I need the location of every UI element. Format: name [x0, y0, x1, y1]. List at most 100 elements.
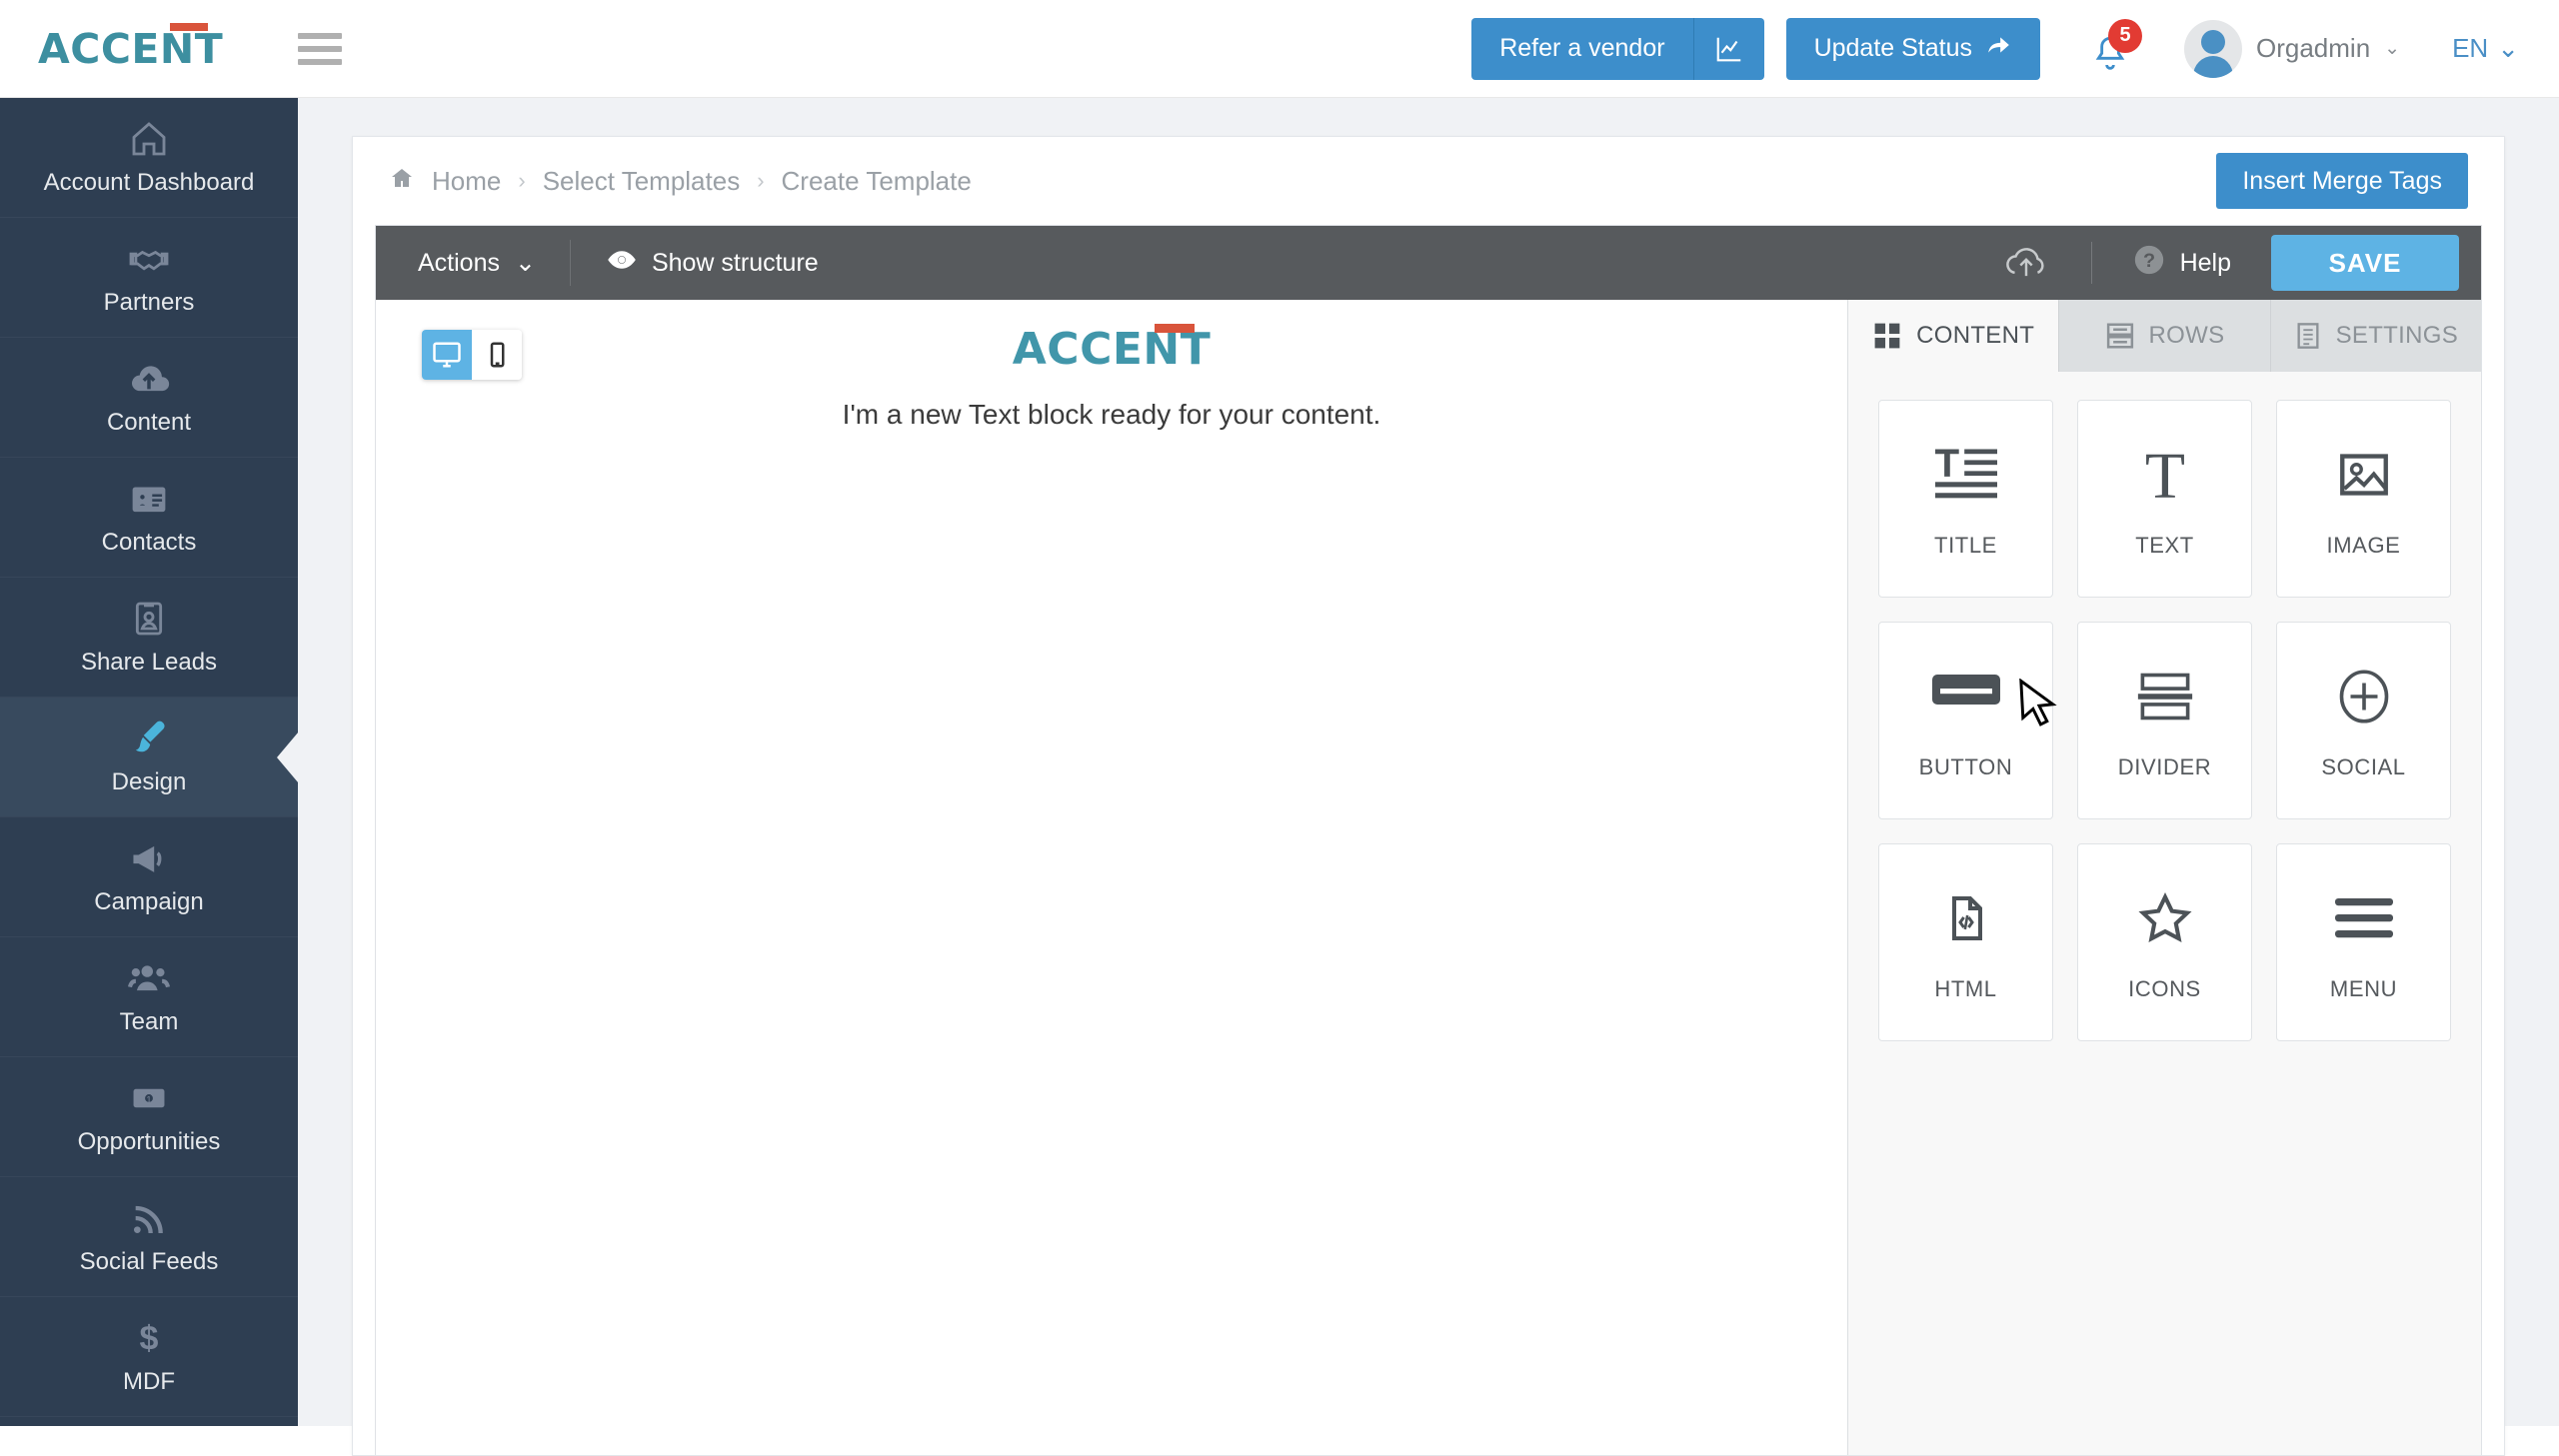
- content-block-label: MENU: [2330, 976, 2397, 1002]
- sidebar-item-design[interactable]: Design: [0, 698, 298, 817]
- eye-icon: [607, 247, 637, 280]
- sidebar-item-campaign[interactable]: Campaign: [0, 817, 298, 937]
- editor-toolbar: Actions ⌄ Show structure: [376, 226, 2481, 300]
- rows-icon: [2105, 321, 2135, 351]
- sidebar-item-social-feeds[interactable]: Social Feeds: [0, 1177, 298, 1297]
- menu-bars-icon: [2335, 882, 2393, 954]
- cloud-upload-icon: [125, 358, 173, 400]
- device-toggle: [422, 330, 522, 380]
- email-logo-accent-bar: [1155, 324, 1195, 333]
- content-block-label: HTML: [1934, 976, 1996, 1002]
- active-indicator: [277, 731, 298, 783]
- sidebar-item-label: Opportunities: [78, 1128, 221, 1156]
- text-t-icon: T: [2139, 439, 2191, 511]
- content-block-button[interactable]: BUTTON: [1878, 622, 2053, 819]
- main-area: Home › Select Templates › Create Templat…: [298, 98, 2559, 1426]
- insert-merge-tags-button[interactable]: Insert Merge Tags: [2216, 153, 2468, 209]
- dollar-sign-icon: $: [132, 1317, 166, 1359]
- svg-text:?: ?: [2143, 250, 2155, 272]
- content-block-text[interactable]: T TEXT: [2077, 400, 2252, 598]
- notifications-button[interactable]: 5: [2086, 21, 2134, 77]
- star-icon: [2137, 882, 2193, 954]
- content-block-label: ICONS: [2128, 976, 2201, 1002]
- sidebar-item-contacts[interactable]: Contacts: [0, 458, 298, 578]
- sidebar-item-mdf[interactable]: $ MDF: [0, 1297, 298, 1417]
- desktop-icon[interactable]: [422, 330, 472, 380]
- breadcrumb: Home › Select Templates › Create Templat…: [389, 166, 972, 197]
- update-status-button[interactable]: Update Status: [1786, 18, 2040, 80]
- breadcrumb-item-select-templates[interactable]: Select Templates: [543, 166, 741, 197]
- email-editor: Actions ⌄ Show structure: [375, 225, 2482, 1455]
- email-canvas[interactable]: ACCENT I'm a new Text block ready for yo…: [376, 300, 1847, 1455]
- sidebar-item-label: MDF: [123, 1368, 175, 1396]
- image-icon: [2336, 439, 2392, 511]
- actions-dropdown[interactable]: Actions ⌄: [376, 240, 571, 286]
- content-block-title[interactable]: TITLE: [1878, 400, 2053, 598]
- save-button[interactable]: SAVE: [2271, 235, 2459, 291]
- notification-badge: 5: [2108, 19, 2142, 53]
- line-chart-icon[interactable]: [1693, 18, 1764, 80]
- sidebar-item-content[interactable]: Content: [0, 338, 298, 458]
- sidebar-item-label: Share Leads: [81, 649, 217, 677]
- editor-body: ACCENT I'm a new Text block ready for yo…: [376, 300, 2481, 1455]
- breadcrumb-bar: Home › Select Templates › Create Templat…: [353, 137, 2504, 225]
- tab-label: SETTINGS: [2336, 322, 2458, 350]
- sidebar-item-account-dashboard[interactable]: Account Dashboard: [0, 98, 298, 218]
- sidebar-item-team[interactable]: Team: [0, 937, 298, 1057]
- content-block-html[interactable]: HTML: [1878, 843, 2053, 1041]
- tab-settings[interactable]: SETTINGS: [2271, 300, 2481, 372]
- show-structure-toggle[interactable]: Show structure: [571, 247, 819, 280]
- sidebar-item-share-leads[interactable]: Share Leads: [0, 578, 298, 698]
- update-status-label: Update Status: [1814, 34, 1972, 63]
- user-menu[interactable]: Orgadmin ⌄: [2184, 20, 2400, 78]
- page-card: Home › Select Templates › Create Templat…: [352, 136, 2505, 1456]
- help-button[interactable]: ? Help: [2092, 243, 2271, 284]
- divider-icon: [2136, 661, 2194, 732]
- sidebar-item-label: Partners: [104, 289, 195, 317]
- content-block-label: TITLE: [1934, 533, 1997, 559]
- email-text-block[interactable]: I'm a new Text block ready for your cont…: [376, 399, 1847, 431]
- content-block-label: BUTTON: [1919, 754, 2013, 780]
- language-selector[interactable]: EN ⌄: [2452, 33, 2519, 64]
- user-name: Orgadmin: [2256, 33, 2370, 64]
- help-label: Help: [2180, 249, 2231, 278]
- title-icon: [1935, 439, 1997, 511]
- button-icon: [1932, 661, 2000, 732]
- cloud-upload-icon[interactable]: [1961, 245, 2091, 281]
- svg-text:T: T: [2144, 446, 2184, 504]
- app-logo[interactable]: ACCENT: [38, 25, 223, 73]
- mobile-icon[interactable]: [472, 330, 522, 380]
- show-structure-label: Show structure: [652, 249, 819, 278]
- content-block-image[interactable]: IMAGE: [2276, 400, 2451, 598]
- right-panel: CONTENT ROWS SETTINGS TITLE T TEXT IMAGE BUTTO…: [1847, 300, 2481, 1455]
- share-arrow-icon: [1984, 32, 2012, 65]
- home-icon: [128, 118, 170, 160]
- tab-rows[interactable]: ROWS: [2059, 300, 2270, 372]
- header-actions: Refer a vendor Update Status 5: [1471, 18, 2559, 80]
- content-block-social[interactable]: SOCIAL: [2276, 622, 2451, 819]
- logo-accent-bar: [170, 23, 208, 31]
- tab-label: ROWS: [2149, 322, 2225, 350]
- sidebar-item-label: Contacts: [102, 529, 197, 557]
- home-icon: [389, 166, 415, 197]
- content-block-label: DIVIDER: [2118, 754, 2211, 780]
- breadcrumb-item-home[interactable]: Home: [432, 166, 501, 197]
- tab-content[interactable]: CONTENT: [1848, 300, 2059, 372]
- handshake-icon: [126, 238, 172, 280]
- content-block-menu[interactable]: MENU: [2276, 843, 2451, 1041]
- content-block-icons[interactable]: ICONS: [2077, 843, 2252, 1041]
- email-logo-block[interactable]: ACCENT: [1013, 324, 1212, 375]
- content-block-label: TEXT: [2135, 533, 2194, 559]
- megaphone-icon: [126, 837, 172, 879]
- sidebar-item-label: Account Dashboard: [44, 169, 255, 197]
- app-logo-text: ACCENT: [38, 25, 223, 73]
- refer-vendor-button[interactable]: Refer a vendor: [1471, 18, 1692, 80]
- hamburger-icon[interactable]: [298, 33, 342, 65]
- content-block-divider[interactable]: DIVIDER: [2077, 622, 2252, 819]
- panel-tabs: CONTENT ROWS SETTINGS: [1848, 300, 2481, 372]
- sidebar-item-partners[interactable]: Partners: [0, 218, 298, 338]
- breadcrumb-item-create-template[interactable]: Create Template: [782, 166, 972, 197]
- user-card-icon: [129, 598, 169, 640]
- sidebar-item-opportunities[interactable]: 1Opportunities: [0, 1057, 298, 1177]
- sidebar-item-label: Team: [120, 1008, 179, 1036]
